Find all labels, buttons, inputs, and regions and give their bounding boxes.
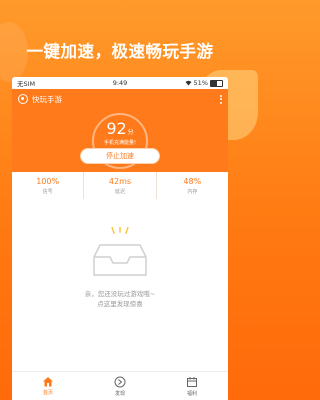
stats-panel: 100% 信号 42ms 延迟 48% 内存	[12, 172, 228, 199]
stat-value: 100%	[36, 176, 60, 186]
stat-label: 延迟	[114, 188, 125, 195]
promo-title: 一键加速，极速畅玩手游	[26, 42, 214, 61]
stat-memory: 48% 内存	[157, 172, 228, 199]
bottom-tab-bar: 首页 发现 福利	[12, 371, 228, 400]
stop-acceleration-button[interactable]: 停止加速	[80, 148, 160, 164]
stat-value: 42ms	[108, 176, 132, 186]
score-unit: 分	[127, 129, 134, 136]
more-icon[interactable]	[220, 94, 222, 104]
tab-label: 福利	[186, 390, 197, 397]
empty-message-link[interactable]: 点这里发现惊喜	[12, 299, 228, 309]
app-logo-icon	[18, 94, 28, 104]
score-description: 手机充满能量!	[103, 140, 136, 146]
gift-icon	[187, 376, 197, 387]
tab-welfare[interactable]: 福利	[156, 372, 228, 400]
app-bar: 快玩手游	[12, 89, 228, 109]
empty-state[interactable]: 亲，您还没玩过游戏哦~ 点这里发现惊喜	[12, 199, 228, 319]
stat-label: 内存	[187, 188, 198, 195]
score-value: 92	[106, 119, 127, 138]
stat-signal: 100% 信号	[12, 172, 85, 199]
stat-label: 信号	[42, 188, 53, 195]
empty-message-line: 亲，您还没玩过游戏哦~	[84, 290, 156, 298]
header: 快玩手游 92分 手机充满能量! 停止加速 100% 信号 42ms 延迟 48…	[12, 89, 228, 199]
stat-value: 48%	[183, 176, 202, 186]
tab-home[interactable]: 首页	[12, 372, 84, 400]
app-title: 快玩手游	[32, 94, 62, 104]
stat-latency: 42ms 延迟	[84, 172, 157, 199]
empty-message[interactable]: 亲，您还没玩过游戏哦~ 点这里发现惊喜	[12, 289, 228, 309]
tab-discover[interactable]: 发现	[84, 372, 156, 400]
home-icon	[43, 377, 53, 387]
tab-label: 首页	[42, 390, 53, 396]
discover-icon	[114, 376, 126, 387]
clock: 9:49	[112, 79, 128, 87]
battery-icon	[210, 79, 223, 87]
phone-screen: 无SIM 9:49 51% 快玩手游 92分 手机充满能量! 停止加速 100%…	[12, 77, 228, 400]
tab-label: 发现	[114, 390, 125, 397]
score-display: 92分	[12, 119, 228, 138]
empty-tray-icon	[93, 227, 147, 276]
status-bar: 无SIM 9:49 51%	[12, 77, 228, 89]
